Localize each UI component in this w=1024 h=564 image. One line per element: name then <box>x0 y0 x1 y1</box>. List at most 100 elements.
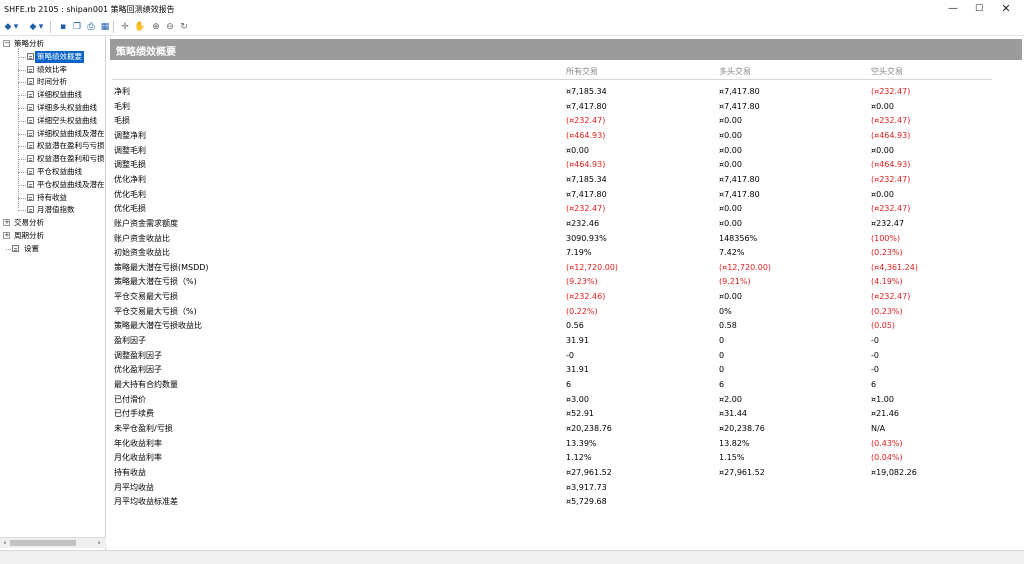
copy-icon[interactable]: ❐ <box>71 21 83 33</box>
table-row: 净利 ¤7,185.34 ¤7,417.80 (¤232.47) <box>108 85 1008 99</box>
table-cell: (9.23%) <box>566 277 598 287</box>
table-cell: ¤0.00 <box>719 130 742 140</box>
save-icon[interactable]: ▪ <box>57 21 69 33</box>
expand-icon[interactable]: + <box>3 219 10 227</box>
table-cell: 6 <box>871 380 877 389</box>
document-icon <box>27 129 34 137</box>
report-panel: 策略绩效概要 所有交易 多头交易 空头交易 净利 ¤7,185.34 ¤7,417.80 (… <box>108 37 1024 550</box>
table-cell: ¤0.00 <box>719 292 742 302</box>
tree-node-group[interactable]: + 周期分析 <box>0 230 105 242</box>
minimize-button[interactable]: — <box>942 2 964 16</box>
tree-item[interactable]: 月潜值指数 <box>0 204 105 216</box>
table-row: 平仓交易最大亏损（%) (0.22%) 0% (0.23%) <box>108 305 1008 319</box>
scrollbar-thumb[interactable] <box>10 540 76 546</box>
row-label: 平仓交易最大亏损（%) <box>114 306 197 316</box>
table-row: 优化毛利 ¤7,417.80 ¤7,417.80 ¤0.00 <box>108 188 1008 202</box>
tree-item[interactable]: 权益潜在盈利和亏损 <box>0 153 105 165</box>
tree-item[interactable]: 持有收益 <box>0 192 105 204</box>
crosshair-icon[interactable]: ✛ <box>119 21 131 33</box>
tree-item[interactable]: 详细权益曲线 <box>0 89 105 101</box>
refresh-icon[interactable]: ↻ <box>178 21 190 33</box>
row-label: 调整毛损 <box>114 160 146 170</box>
back-icon[interactable]: ◆ <box>3 21 13 33</box>
table-cell: (0.05) <box>871 321 896 331</box>
toolbar-separator <box>113 21 114 33</box>
document-icon <box>27 180 34 188</box>
tree-connector <box>18 108 26 109</box>
tree-item[interactable]: 绩效比率 <box>0 64 105 76</box>
document-icon <box>27 91 34 99</box>
tree-connector <box>18 56 26 58</box>
table-cell: (0.23%) <box>871 248 903 258</box>
zoom-in-icon[interactable]: ⊕ <box>150 21 162 33</box>
forward-dropdown-icon[interactable]: ▾ <box>38 21 44 33</box>
table-cell: ¤0.00 <box>719 204 742 214</box>
tree-node-group[interactable]: + 交易分析 <box>0 217 105 229</box>
table-cell: ¤7,185.34 <box>566 87 607 96</box>
table-cell: 0.58 <box>719 321 737 331</box>
table-icon[interactable]: ▦ <box>99 21 111 33</box>
forward-icon[interactable]: ◆ <box>28 21 38 33</box>
table-cell: -0 <box>871 350 879 360</box>
tree-item[interactable]: 策略绩效概要 <box>0 50 105 63</box>
tree-node-strategy-analysis[interactable]: − 策略分析 <box>0 38 105 50</box>
table-row: 调整毛损 (¤464.93) ¤0.00 (¤464.93) <box>108 158 1008 172</box>
table-cell: ¤0.00 <box>719 145 742 155</box>
close-button[interactable]: ✕ <box>995 2 1017 16</box>
table-cell: ¤0.00 <box>871 145 894 155</box>
zoom-out-icon[interactable]: ⊖ <box>164 21 176 33</box>
row-label: 盈利因子 <box>114 336 146 346</box>
tree-item[interactable]: 详细空头权益曲线 <box>0 115 105 127</box>
collapse-icon[interactable]: − <box>3 40 10 47</box>
tree-node-settings[interactable]: 设置 <box>0 243 105 255</box>
row-label: 毛损 <box>114 116 130 126</box>
tree-item[interactable]: 平仓权益曲线 <box>0 166 105 178</box>
hand-pan-icon[interactable]: ✋ <box>134 21 146 33</box>
table-cell: 6 <box>566 380 572 389</box>
table-cell: ¤7,417.80 <box>566 101 607 111</box>
row-label: 净利 <box>114 87 130 96</box>
column-header: 多头交易 <box>719 67 751 76</box>
table-cell: ¤27,961.52 <box>719 467 765 477</box>
column-header: 所有交易 <box>566 67 598 76</box>
row-label: 毛利 <box>114 101 130 111</box>
table-row: 账户资金收益比 3090.93% 148356% (100%) <box>108 232 1008 246</box>
tree-item[interactable]: 权益潜在盈利与亏损 <box>0 140 105 152</box>
table-cell: ¤232.47 <box>871 218 905 228</box>
document-icon <box>27 155 34 163</box>
table-cell: (¤464.93) <box>871 160 911 170</box>
table-cell: 148356% <box>719 233 758 243</box>
table-cell: -0 <box>566 350 574 360</box>
table-cell: (¤464.93) <box>566 160 606 170</box>
document-icon <box>27 116 34 124</box>
table-row: 策略最大潜在亏损（%) (9.23%) (9.21%) (4.19%) <box>108 275 1008 289</box>
tree-item-label: 持有收益 <box>37 192 67 202</box>
tree-item[interactable]: 时间分析 <box>0 76 105 88</box>
tree-horizontal-scrollbar[interactable]: ‹ › <box>0 537 106 548</box>
tree-connector <box>18 184 26 186</box>
table-cell: ¤0.00 <box>719 116 742 126</box>
table-cell: (4.19%) <box>871 277 903 287</box>
table-cell: (100%) <box>871 233 901 243</box>
scroll-left-icon[interactable]: ‹ <box>0 538 10 548</box>
title-bar: SHFE.rb 2105 : shipan001 策略回测绩效报告 — ☐ ✕ <box>0 0 1024 18</box>
scroll-right-icon[interactable]: › <box>94 538 104 548</box>
table-row: 年化收益利率 13.39% 13.82% (0.43%) <box>108 437 1008 451</box>
table-cell: (¤232.47) <box>871 204 911 214</box>
tree-item-label: 月潜值指数 <box>37 205 75 215</box>
maximize-button[interactable]: ☐ <box>968 2 990 16</box>
tree-item[interactable]: 详细权益曲线及潜在 <box>0 128 105 140</box>
table-cell: ¤52.91 <box>566 409 594 419</box>
expand-icon[interactable]: + <box>3 232 10 239</box>
back-dropdown-icon[interactable]: ▾ <box>13 21 19 33</box>
tree-item[interactable]: 详细多头权益曲线 <box>0 102 105 114</box>
tree-item-label: 详细权益曲线及潜在 <box>37 128 105 138</box>
row-label: 策略最大潜在亏损收益比 <box>114 321 202 331</box>
tree-item[interactable]: 平仓权益曲线及潜在 <box>0 179 105 191</box>
table-cell: 0 <box>719 365 725 375</box>
tree-node-label: 交易分析 <box>14 218 44 228</box>
table-cell: ¤1.00 <box>871 394 894 404</box>
table-row: 账户资金需求额度 ¤232.46 ¤0.00 ¤232.47 <box>108 217 1008 231</box>
table-cell: (¤232.46) <box>566 292 606 302</box>
print-icon[interactable]: ⎙ <box>85 21 97 33</box>
